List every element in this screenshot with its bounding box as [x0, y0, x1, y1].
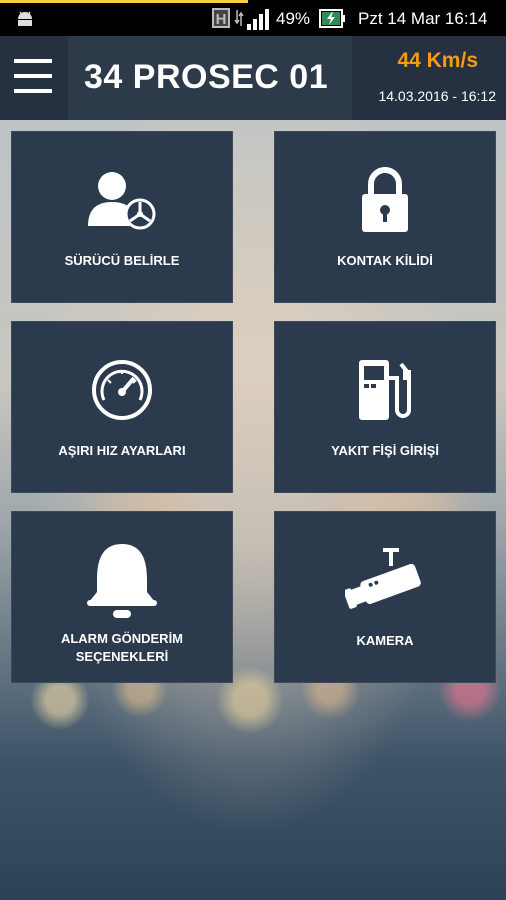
tile-label: KONTAK KİLİDİ	[337, 253, 433, 268]
tile-label: AŞIRI HIZ AYARLARI	[58, 443, 186, 458]
battery-percentage: 49%	[276, 9, 311, 28]
tile-label: YAKIT FİŞİ GİRİŞİ	[331, 443, 439, 458]
hamburger-bar-bottom	[14, 89, 52, 93]
tile-asiri-hiz-ayarlari[interactable]: AŞIRI HIZ AYARLARI	[11, 321, 233, 493]
app-header: 34 PROSEC 01 44 Km/s 14.03.2016 - 16:12	[0, 36, 506, 120]
status-datetime: Pzt 14 Mar 16:14	[358, 9, 488, 28]
security-camera-icon	[345, 548, 421, 609]
last-update-datetime: 14.03.2016 - 16:12	[378, 88, 496, 104]
tile-label: ALARM GÖNDERİM SEÇENEKLERİ	[60, 631, 184, 664]
signal-strength-icon	[247, 9, 269, 30]
tile-alarm-gonderim-secenekleri[interactable]: ALARM GÖNDERİM SEÇENEKLERİ	[11, 511, 233, 683]
bell-icon	[87, 544, 157, 618]
tile-surucu-belirle[interactable]: SÜRÜCÜ BELİRLE	[11, 131, 233, 303]
tile-yakit-fisi-girisi[interactable]: YAKIT FİŞİ GİRİŞİ	[274, 321, 496, 493]
data-transfer-icon	[234, 10, 244, 26]
status-bar: H 49% Pzt 14 Mar 16:14	[0, 0, 506, 36]
speedometer-icon	[92, 360, 152, 420]
vehicle-plate-title: 34 PROSEC 01	[84, 58, 329, 96]
hamburger-menu-icon	[14, 59, 52, 63]
battery-charging-icon	[319, 9, 345, 28]
fuel-pump-icon	[359, 360, 411, 420]
speed-readout: 44 Km/s	[397, 49, 478, 72]
hamburger-bar-middle	[14, 74, 52, 78]
download-progress-bar	[0, 0, 248, 3]
speed-panel: 44 Km/s 14.03.2016 - 16:12	[352, 36, 506, 120]
android-icon	[18, 11, 32, 26]
tile-label: KAMERA	[356, 633, 414, 648]
tile-label: SÜRÜCÜ BELİRLE	[64, 253, 180, 268]
menu-button[interactable]	[0, 36, 68, 120]
padlock-icon	[362, 167, 408, 232]
hspa-indicator: H	[212, 8, 230, 28]
tile-kontak-kilidi[interactable]: KONTAK KİLİDİ	[274, 131, 496, 303]
tile-kamera[interactable]: KAMERA	[274, 511, 496, 683]
driver-steering-wheel-icon	[88, 172, 156, 230]
